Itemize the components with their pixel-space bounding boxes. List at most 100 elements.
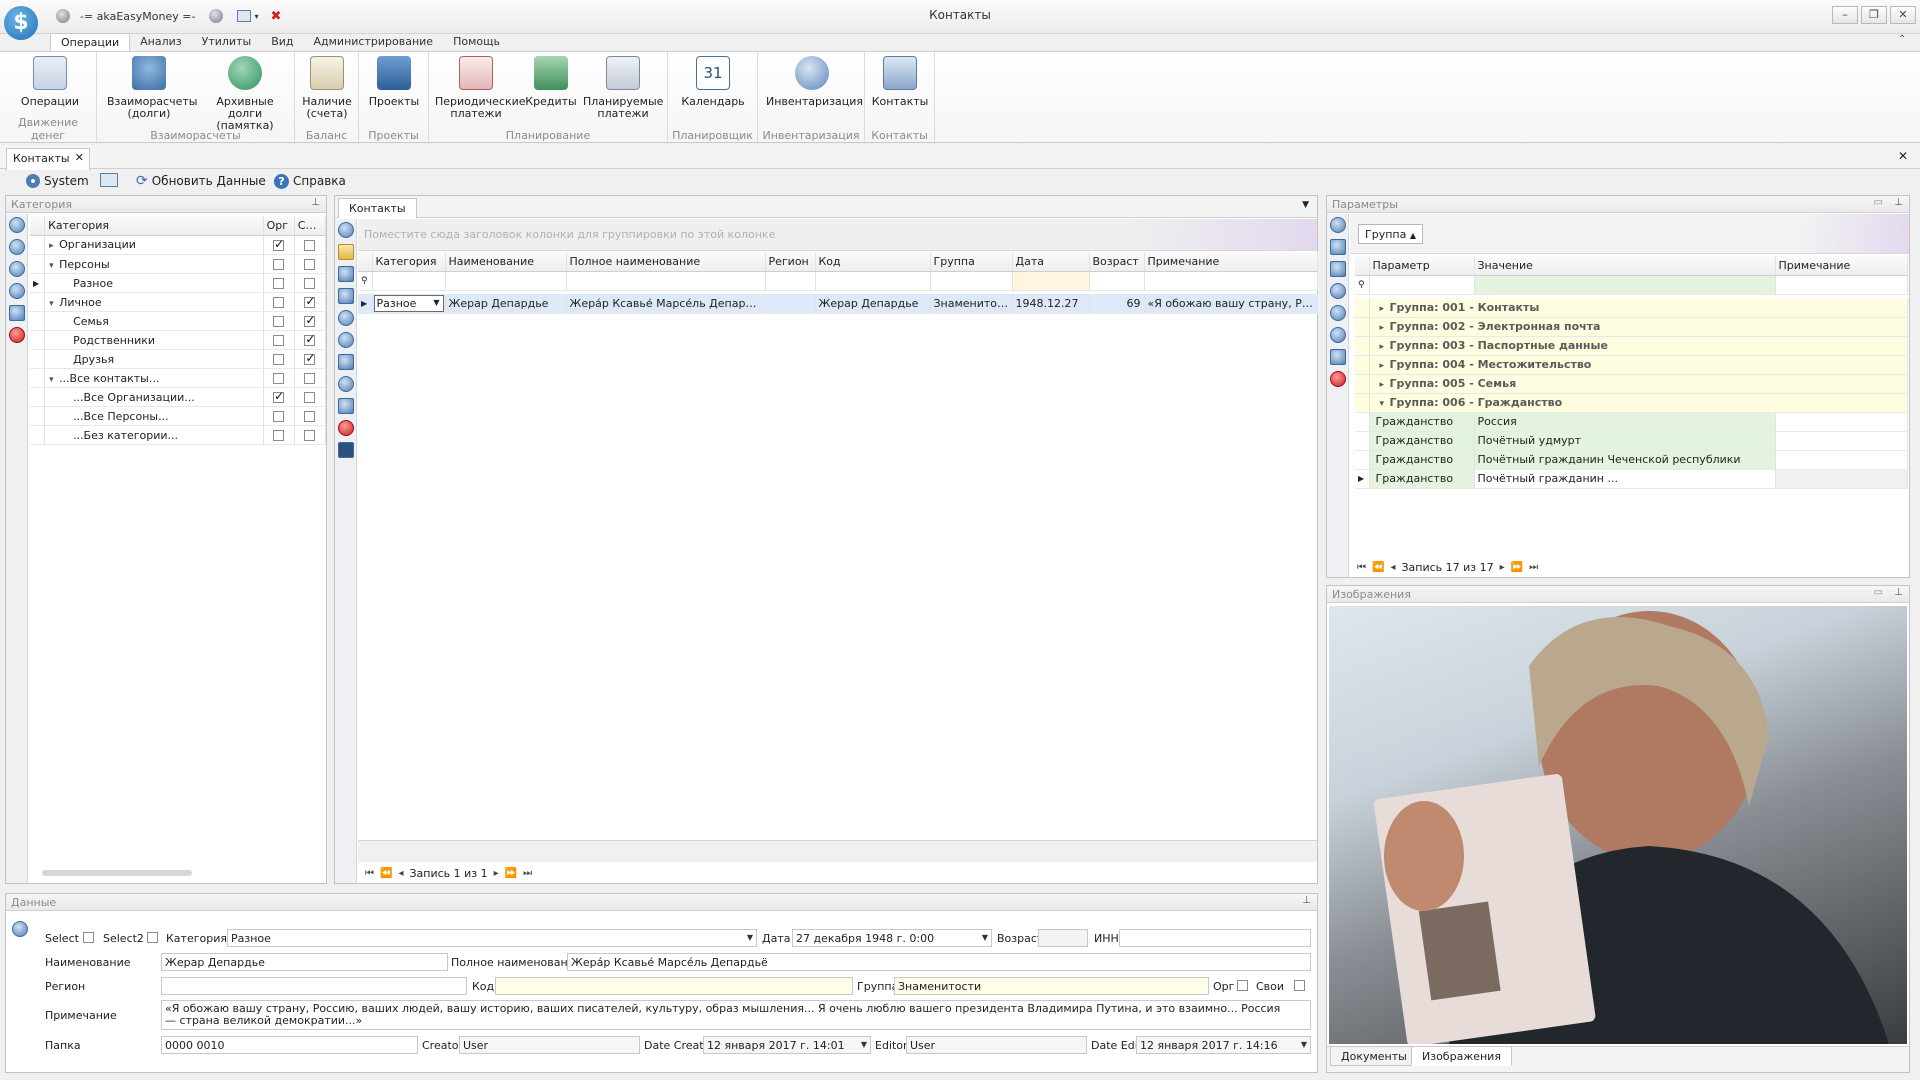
param-cell[interactable]: Гражданство bbox=[1369, 431, 1475, 451]
add-icon[interactable] bbox=[8, 283, 25, 299]
table-row[interactable]: Гражданство Почётный гражданин Чеченской … bbox=[1355, 450, 1908, 470]
folder-field[interactable]: 0000 0010 bbox=[161, 1036, 418, 1054]
next-record-icon[interactable]: ▸ bbox=[494, 868, 499, 879]
group-row[interactable]: ▾ Группа: 006 - Гражданство bbox=[1355, 393, 1908, 413]
dropdown-arrow-icon[interactable]: ▼ bbox=[1302, 200, 1309, 210]
column-header-own[interactable]: Свои bbox=[294, 216, 327, 236]
group-row[interactable]: ▸ Группа: 003 - Паспортные данные bbox=[1355, 336, 1908, 356]
own-checkbox[interactable] bbox=[304, 313, 315, 327]
restore-button[interactable]: ❐ bbox=[1861, 6, 1887, 24]
fullname-field[interactable]: Жера́р Ксавье́ Марсе́ль Депардьё bbox=[567, 953, 1311, 971]
group-row[interactable]: ▸ Группа: 001 - Контакты bbox=[1355, 298, 1908, 318]
contacts-button[interactable]: Контакты bbox=[871, 56, 929, 108]
settlements-button[interactable]: Взаиморасчеты (долги) bbox=[107, 56, 197, 120]
expand-arrow-icon[interactable]: ▸ bbox=[1380, 323, 1390, 333]
row-fullname-cell[interactable]: Жера́р Ксавье́ Марсе́ль Депардьё bbox=[566, 294, 766, 314]
add-child-icon[interactable] bbox=[337, 398, 354, 414]
name-field[interactable]: Жерар Депардье bbox=[161, 953, 448, 971]
table-row[interactable]: ▶ Разное ▼ Жерар Депардье Жера́р Ксавье́ … bbox=[358, 294, 1318, 314]
column-header-fullname[interactable]: Полное наименование bbox=[566, 252, 766, 272]
group-row[interactable]: ▸ Группа: 004 - Местожительство bbox=[1355, 355, 1908, 375]
row-group-cell[interactable]: Знаменитости bbox=[930, 294, 1013, 314]
org-checkbox[interactable] bbox=[273, 237, 284, 251]
move-up-icon[interactable] bbox=[8, 261, 25, 277]
help-button[interactable]: ? Справка bbox=[274, 172, 346, 190]
expand-arrow-icon[interactable]: ▸ bbox=[1380, 361, 1390, 371]
import-icon[interactable] bbox=[1329, 261, 1346, 277]
org-checkbox[interactable] bbox=[273, 354, 285, 365]
own-checkbox[interactable] bbox=[304, 430, 316, 441]
params-settings-icon[interactable] bbox=[1329, 217, 1346, 233]
own-checkbox[interactable] bbox=[304, 351, 315, 365]
group-field[interactable]: Знаменитости bbox=[894, 977, 1209, 995]
own-checkbox[interactable] bbox=[1294, 980, 1305, 991]
inn-field[interactable] bbox=[1119, 929, 1311, 947]
org-checkbox[interactable] bbox=[273, 430, 285, 441]
region-field[interactable] bbox=[161, 977, 467, 995]
tab-images[interactable]: Изображения bbox=[1411, 1046, 1512, 1066]
move-up-icon[interactable] bbox=[337, 332, 354, 348]
column-header-region[interactable]: Регион bbox=[765, 252, 816, 272]
column-header-name[interactable]: Наименование bbox=[445, 252, 567, 272]
row-age-cell[interactable]: 69 bbox=[1089, 294, 1145, 314]
org-checkbox[interactable] bbox=[273, 316, 285, 327]
group-row[interactable]: ▸ Группа: 002 - Электронная почта bbox=[1355, 317, 1908, 337]
org-checkbox[interactable] bbox=[273, 259, 285, 270]
first-record-icon[interactable]: ⏮ bbox=[1357, 562, 1366, 573]
group-row[interactable]: ▸ Группа: 005 - Семья bbox=[1355, 374, 1908, 394]
collapse-arrow-icon[interactable]: ▾ bbox=[49, 299, 59, 309]
org-checkbox[interactable] bbox=[273, 373, 285, 384]
import-icon[interactable] bbox=[337, 288, 354, 304]
column-header-category[interactable]: Категория bbox=[44, 216, 264, 236]
tab-operations[interactable]: Операции bbox=[50, 33, 131, 51]
row-category-cell[interactable]: Разное ▼ bbox=[372, 294, 446, 314]
param-cell[interactable]: Гражданство bbox=[1369, 469, 1475, 489]
own-checkbox[interactable] bbox=[304, 278, 316, 289]
own-checkbox[interactable] bbox=[304, 392, 316, 403]
table-row[interactable]: Гражданство Россия bbox=[1355, 412, 1908, 432]
expand-arrow-icon[interactable]: ▸ bbox=[1380, 380, 1390, 390]
org-checkbox[interactable] bbox=[1237, 980, 1248, 991]
prev-record-icon[interactable]: ◂ bbox=[398, 868, 403, 879]
note-cell[interactable] bbox=[1775, 469, 1908, 489]
list-item[interactable]: ▸ Организации bbox=[30, 235, 327, 255]
list-item[interactable]: ▾ Персоны bbox=[30, 254, 327, 274]
list-item[interactable]: ...Все Организации... bbox=[30, 387, 327, 407]
group-by-panel[interactable]: Поместите сюда заголовок колонки для гру… bbox=[358, 219, 1317, 251]
date-picker[interactable]: 27 декабря 1948 г. 0:00 ▼ bbox=[792, 929, 992, 947]
list-item[interactable]: ▶ Разное bbox=[30, 273, 327, 293]
settings-gear-icon[interactable] bbox=[8, 217, 25, 233]
close-document-icon[interactable]: ✕ bbox=[1898, 149, 1908, 163]
column-header-note[interactable]: Примечание bbox=[1144, 252, 1318, 272]
pin-icon[interactable]: ⊥ bbox=[1894, 197, 1903, 208]
group-column-button[interactable]: Группа ▲ bbox=[1358, 224, 1423, 244]
list-item[interactable]: Друзья bbox=[30, 349, 327, 369]
expand-arrow-icon[interactable]: ▸ bbox=[1380, 304, 1390, 314]
last-record-icon[interactable]: ⏭ bbox=[523, 868, 532, 879]
first-record-icon[interactable]: ⏮ bbox=[365, 868, 374, 879]
move-down-icon[interactable] bbox=[1329, 283, 1346, 299]
planned-payments-button[interactable]: Планируемые платежи bbox=[583, 56, 663, 120]
list-item[interactable]: ...Все Персоны... bbox=[30, 406, 327, 426]
collapse-arrow-icon[interactable]: ▾ bbox=[1380, 399, 1390, 409]
move-down-icon[interactable] bbox=[337, 310, 354, 326]
column-header-group[interactable]: Группа bbox=[930, 252, 1013, 272]
row-note-cell[interactable]: «Я обожаю вашу страну, Ро... bbox=[1144, 294, 1318, 314]
next-page-icon[interactable]: ⏩ bbox=[1511, 562, 1523, 573]
credits-button[interactable]: Кредиты bbox=[525, 56, 577, 108]
org-checkbox[interactable] bbox=[273, 389, 284, 403]
collapse-arrow-icon[interactable]: ▾ bbox=[49, 261, 59, 271]
org-checkbox[interactable] bbox=[273, 297, 285, 308]
list-item[interactable]: Семья bbox=[30, 311, 327, 331]
row-date-cell[interactable]: 1948.12.27 bbox=[1012, 294, 1090, 314]
folder-icon[interactable] bbox=[337, 244, 354, 260]
last-record-icon[interactable]: ⏭ bbox=[1529, 562, 1538, 573]
table-row[interactable]: ▶ Гражданство Почётный гражданин ... bbox=[1355, 469, 1908, 489]
column-header-category[interactable]: Категория bbox=[372, 252, 446, 272]
next-record-icon[interactable]: ▸ bbox=[1500, 562, 1505, 573]
expand-arrow-icon[interactable]: ▸ bbox=[49, 241, 59, 251]
code-field[interactable] bbox=[495, 977, 853, 995]
close-tab-icon[interactable]: ✕ bbox=[75, 151, 84, 164]
column-header-date[interactable]: Дата bbox=[1012, 252, 1090, 272]
list-item[interactable]: ...Без категории... bbox=[30, 425, 327, 445]
